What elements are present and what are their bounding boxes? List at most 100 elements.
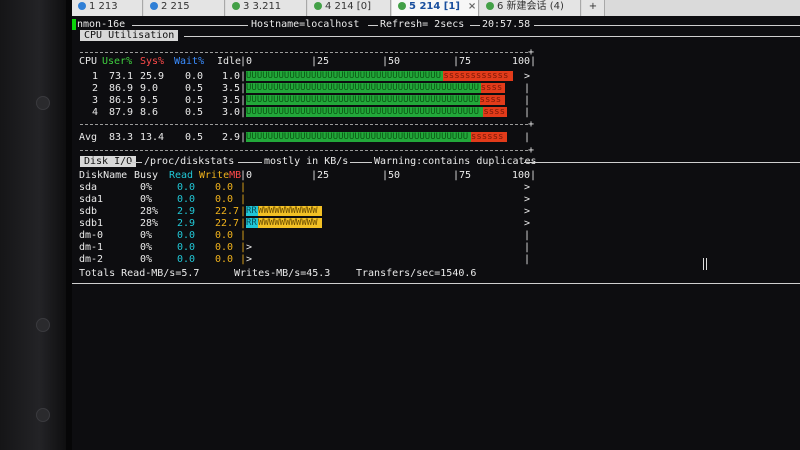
disk-write-bar: WWWWWWWWWWW: [258, 206, 322, 216]
cpu-avg-user-bar: UUUUUUUUUUUUUUUUUUUUUUUUUUUUUUUUUUUUUUUU…: [246, 132, 471, 142]
section-rule: [130, 162, 142, 163]
tab-label: 4 214 [0]: [325, 1, 371, 12]
disk-col-read: Read: [169, 170, 194, 181]
disk-col-busy: Busy: [134, 170, 159, 181]
tab-session-1[interactable]: 1 213: [72, 0, 143, 16]
nmon-header: nmon-16e Hostname=localhost Refresh= 2se…: [72, 19, 800, 30]
disk-row-busy: 0%: [140, 194, 153, 205]
disk-row-busy: 28%: [140, 206, 159, 217]
disk-row-name: dm-0: [79, 230, 104, 241]
disk-scale-100: 100|: [512, 170, 537, 181]
disk-row-read: 0.0: [177, 194, 196, 205]
session-status-icon: [398, 2, 406, 10]
disk-row-mark: >: [246, 242, 253, 253]
disk-units: mostly in KB/s: [264, 156, 349, 167]
disk-col-write: WriteMB: [199, 170, 242, 181]
header-rule: [470, 25, 480, 26]
tab-label: 5 214 [1]: [409, 1, 460, 12]
box-corner: +: [528, 119, 535, 130]
disk-col-name: DiskName: [79, 170, 128, 181]
cpu-row-idle: 3.0: [222, 107, 241, 118]
bar-edge: |: [240, 194, 247, 205]
disk-write-bar: WWWWWWWWWWW: [258, 218, 322, 228]
cpu-row-idle: 3.5: [222, 95, 241, 106]
session-status-icon: [314, 2, 322, 10]
disk-read-bar: RR: [246, 218, 258, 228]
cpu-col-cpu: CPU: [79, 56, 98, 67]
monitor-bezel: [0, 0, 72, 450]
cpu-avg-sys-bar: ssssss: [470, 132, 508, 142]
cpu-box-mid: [80, 124, 528, 125]
tab-session-2[interactable]: 2 215: [144, 0, 225, 16]
totals-write: Writes-MB/s=45.3: [234, 268, 331, 279]
cpu-row-sys: 9.5: [140, 95, 159, 106]
disk-row-end: >: [524, 206, 531, 217]
disk-row-end: |: [524, 242, 531, 253]
session-status-icon: [150, 2, 158, 10]
tab-label: 3 3.211: [243, 1, 282, 12]
cpu-row-id: 2: [92, 83, 99, 94]
cpu-row-user: 87.9: [109, 107, 134, 118]
tab-session-4[interactable]: 4 214 [0]: [308, 0, 391, 16]
bar-edge: |: [240, 230, 247, 241]
cpu-row-idle: 1.0: [222, 71, 241, 82]
disk-row-busy: 28%: [140, 218, 159, 229]
cpu-avg-end: |: [524, 132, 531, 143]
cpu-row-sys: 8.6: [140, 107, 159, 118]
disk-row-name: sda: [79, 182, 98, 193]
disk-row-read: 2.9: [177, 218, 196, 229]
disk-row-read: 0.0: [177, 254, 196, 265]
tab-label: 1 213: [89, 1, 118, 12]
disk-section-title: Disk I/O: [80, 156, 137, 167]
disk-row-busy: 0%: [140, 182, 153, 193]
cpu-row-user: 86.9: [109, 83, 134, 94]
disk-row-write: 22.7: [215, 218, 240, 229]
tab-session-6[interactable]: 6 新建会话 (4): [480, 0, 581, 16]
disk-row-read: 2.9: [177, 206, 196, 217]
cpu-scale-50: |50: [382, 56, 401, 67]
cpu-scale-0: |0: [240, 56, 253, 67]
screw: [36, 318, 50, 332]
cpu-row-end: >: [524, 71, 531, 82]
cpu-col-sys: Sys%: [140, 56, 165, 67]
cpu-box-top: [80, 52, 528, 53]
session-tab-bar: 1 213 2 215 3 3.211 4 214 [0] 5 214 [1] ×…: [72, 0, 800, 18]
disk-row-write: 22.7: [215, 206, 240, 217]
cpu-sys-bar: ssssssssssss: [443, 71, 514, 81]
disk-row-read: 0.0: [177, 242, 196, 253]
disk-row-end: >: [524, 218, 531, 229]
disk-scale-25: |25: [311, 170, 330, 181]
cpu-user-bar: UUUUUUUUUUUUUUUUUUUUUUUUUUUUUUUUUUUU: [246, 71, 444, 81]
close-tab-icon[interactable]: ×: [468, 1, 476, 12]
disk-row-mark: >: [246, 254, 253, 265]
cpu-user-bar: UUUUUUUUUUUUUUUUUUUUUUUUUUUUUUUUUUUUUUUU…: [246, 83, 481, 93]
cpu-row-wait: 0.5: [185, 83, 204, 94]
cpu-row-wait: 0.0: [185, 71, 204, 82]
totals-read: Totals Read-MB/s=5.7: [79, 268, 200, 279]
cpu-row-idle: 3.5: [222, 83, 241, 94]
cpu-row-end: |: [524, 107, 531, 118]
terminal[interactable]: nmon-16e Hostname=localhost Refresh= 2se…: [72, 16, 800, 450]
new-tab-button[interactable]: +: [582, 0, 605, 16]
cpu-scale-100: 100|: [512, 56, 537, 67]
disk-scale-75: |75: [453, 170, 472, 181]
header-rule: [368, 25, 378, 26]
clock-label: 20:57.58: [482, 19, 531, 30]
text-cursor-icon: [703, 258, 707, 270]
cpu-sys-bar: ssss: [480, 83, 505, 93]
disk-row-read: 0.0: [177, 230, 196, 241]
disk-row-write: 0.0: [215, 230, 234, 241]
disk-row-end: >: [524, 194, 531, 205]
session-status-icon: [78, 2, 86, 10]
cpu-row-end: |: [524, 95, 531, 106]
plus-icon: +: [588, 1, 598, 12]
disk-row-end: |: [524, 230, 531, 241]
cpu-col-wait: Wait%: [174, 56, 205, 67]
disk-row-busy: 0%: [140, 230, 153, 241]
cpu-section-title: CPU Utilisation: [80, 30, 179, 41]
cpu-box-bottom: [80, 150, 528, 151]
disk-warning: Warning:contains duplicates: [374, 156, 537, 167]
disk-row-name: sda1: [79, 194, 104, 205]
cpu-sys-bar: ssss: [483, 107, 507, 117]
tab-session-3[interactable]: 3 3.211: [226, 0, 307, 16]
